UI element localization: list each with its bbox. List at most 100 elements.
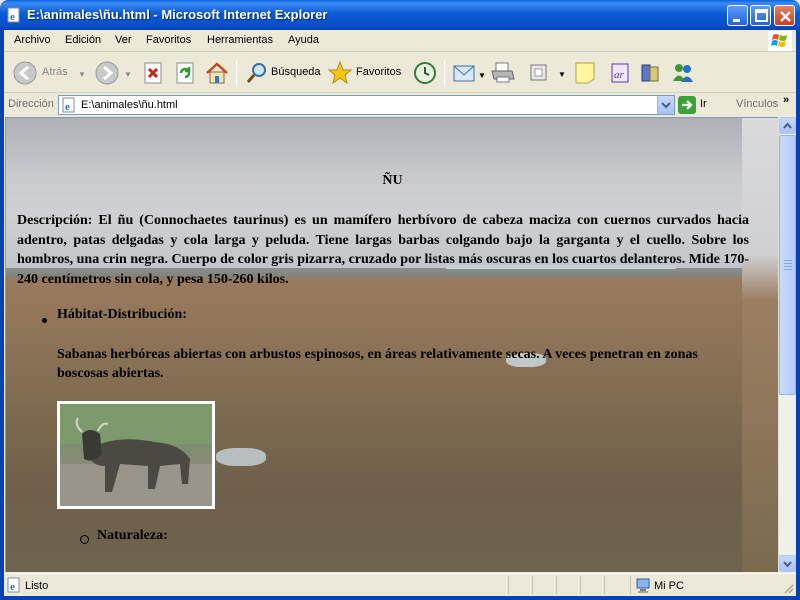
address-label: Dirección [8,98,54,110]
menu-archivo[interactable]: Archivo [14,34,51,46]
svg-text:e: e [10,581,15,593]
stop-button[interactable] [142,59,166,87]
links-chevron-icon[interactable]: » [783,94,789,106]
favorites-button[interactable]: Favoritos [326,59,404,87]
mail-icon [453,65,475,82]
zone-text: Mi PC [654,580,684,592]
vertical-scrollbar[interactable] [778,117,796,572]
address-value: E:\animales\ñu.html [81,99,178,111]
close-button[interactable] [774,5,795,26]
title-bar: e E:\animales\ñu.html - Microsoft Intern… [0,0,800,30]
status-cell [556,576,580,594]
page-status-icon: e [7,577,20,593]
status-cell [532,576,556,594]
search-icon [246,63,266,83]
svg-text:e: e [65,101,70,113]
chevron-down-icon [661,102,671,109]
nature-heading: Naturaleza: [97,528,168,543]
wildebeest-image [60,404,212,506]
favorites-star-icon [327,60,353,85]
menu-herramientas[interactable]: Herramientas [207,34,273,46]
bullet-disc-icon [40,314,50,324]
status-text: Listo [25,580,49,592]
mail-button[interactable]: ▼ [452,59,486,87]
print-button[interactable] [490,59,518,87]
status-cell [580,576,604,594]
window-frame-bottom [0,596,800,600]
back-button[interactable]: Atrás [10,59,70,87]
close-icon [780,11,791,22]
messenger-button[interactable] [670,59,696,87]
messenger-icon [673,64,693,82]
back-dropdown-icon[interactable]: ▼ [78,70,86,79]
page-icon: e [62,97,75,113]
status-cell [604,576,628,594]
forward-arrow-icon [95,61,119,85]
maximize-icon [755,9,768,22]
ie-page-icon: e [7,7,20,23]
windows-logo-icon [768,31,792,51]
address-input[interactable]: e E:\animales\ñu.html [58,95,675,115]
history-icon [414,62,436,84]
go-button[interactable]: Ir [700,98,707,110]
status-cell [508,576,532,594]
printer-icon [491,62,515,83]
refresh-icon [176,62,194,84]
menu-bar: Archivo Edición Ver Favoritos Herramient… [4,30,796,52]
forward-button[interactable] [92,59,120,87]
search-label: Búsqueda [271,66,321,78]
edit-dropdown-icon[interactable]: ▼ [558,70,566,79]
page-viewport: ÑU Descripción: El ñu (Connochaetes taur… [5,117,778,572]
bullet-circle-icon [80,535,89,544]
maximize-button[interactable] [750,5,771,26]
chevron-up-icon [783,122,792,129]
toolbar: Atrás ▼ ▼ Búsqueda Favoritos ▼ ▼ ar [4,53,796,93]
toolbar-separator [444,59,445,87]
scroll-thumb[interactable] [779,135,796,395]
menu-ayuda[interactable]: Ayuda [288,34,319,46]
go-arrow-icon[interactable] [678,96,696,114]
resize-grip-icon[interactable] [782,582,794,594]
scroll-down-button[interactable] [779,555,796,572]
links-label[interactable]: Vínculos [736,98,778,110]
history-button[interactable] [412,59,438,87]
stop-icon [144,62,162,84]
search-button[interactable]: Búsqueda [244,59,322,87]
edit-button[interactable] [528,59,552,87]
habitat-heading: Hábitat-Distribución: [57,307,187,322]
window-title: E:\animales\ñu.html - Microsoft Internet… [27,7,328,22]
my-computer-icon [636,578,650,593]
address-dropdown-button[interactable] [657,96,674,114]
favorites-label: Favoritos [356,66,402,78]
menu-ver[interactable]: Ver [115,34,132,46]
media-icon [641,64,659,82]
research-button[interactable]: ar [606,59,632,87]
back-label: Atrás [42,66,68,78]
back-arrow-icon [13,61,37,85]
media-button[interactable] [638,59,664,87]
home-icon [206,62,228,84]
discuss-button[interactable] [574,59,598,87]
research-icon: ar [611,63,629,83]
scroll-up-button[interactable] [779,117,796,134]
page-content: ÑU Descripción: El ñu (Connochaetes taur… [6,118,778,572]
refresh-button[interactable] [174,59,198,87]
toolbar-separator [236,59,237,87]
note-icon [575,62,595,84]
edit-page-icon [530,64,547,81]
home-button[interactable] [204,59,230,87]
minimize-icon [733,19,740,22]
menu-edicion[interactable]: Edición [65,34,101,46]
habitat-paragraph: Sabanas herbóreas abiertas con arbustos … [57,347,698,381]
chevron-down-icon [783,561,792,568]
minimize-button[interactable] [727,5,748,26]
window-frame-right [796,30,800,600]
address-bar: Dirección e E:\animales\ñu.html Ir Víncu… [4,94,796,116]
page-title: ÑU [382,173,403,188]
svg-text:e: e [10,11,15,23]
menu-favoritos[interactable]: Favoritos [146,34,191,46]
wildebeest-photo [57,401,215,509]
status-bar: e Listo Mi PC [4,573,796,596]
description-paragraph: Descripción: El ñu (Connochaetes taurinu… [17,213,749,287]
forward-dropdown-icon[interactable]: ▼ [124,70,132,79]
